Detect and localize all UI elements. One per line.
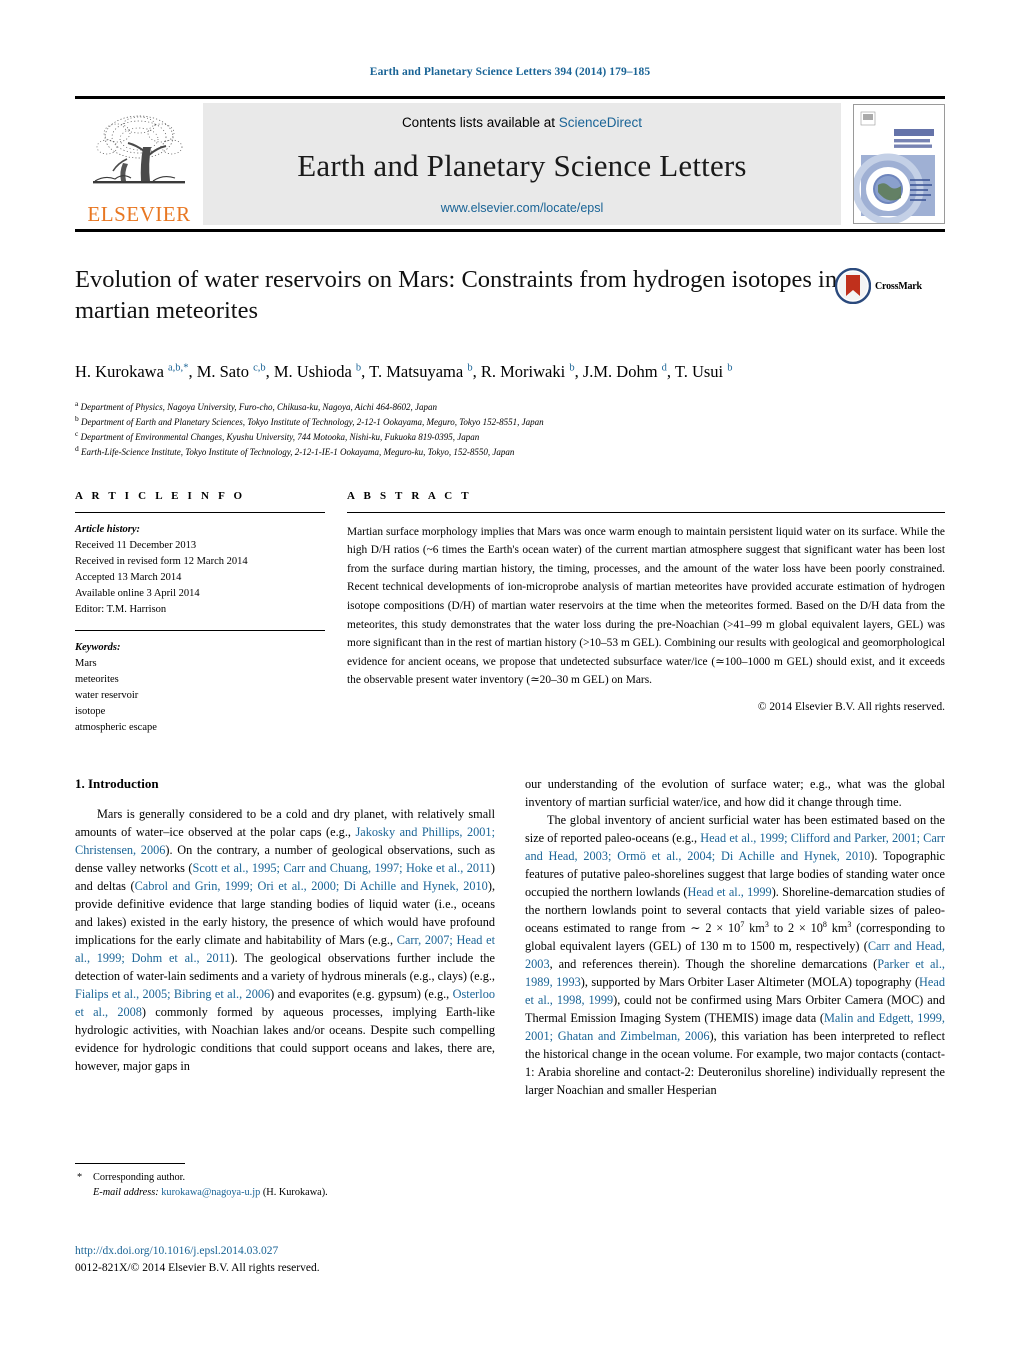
keyword-item: Mars xyxy=(75,658,97,670)
divider xyxy=(75,630,325,631)
title-block: Evolution of water reservoirs on Mars: C… xyxy=(75,265,945,339)
page-title: Evolution of water reservoirs on Mars: C… xyxy=(75,266,838,324)
crossmark-label: CrossMark xyxy=(875,280,922,292)
running-head: Earth and Planetary Science Letters 394 … xyxy=(369,66,651,78)
page-footer: http://dx.doi.org/10.1016/j.epsl.2014.03… xyxy=(75,1243,575,1278)
affiliation-item: a Department of Physics, Nagoya Universi… xyxy=(75,398,945,415)
issn-copyright-line: 0012-821X/© 2014 Elsevier B.V. All right… xyxy=(75,1262,320,1275)
cover-art xyxy=(854,105,942,223)
affiliation-mark: c xyxy=(75,428,79,438)
article-history-label: Article history: xyxy=(75,523,141,535)
body-column-right: our understanding of the evolution of su… xyxy=(525,776,945,1099)
email-label: E-mail address: xyxy=(93,1187,159,1199)
elsevier-wordmark: ELSEVIER xyxy=(87,202,191,226)
journal-band: Contents lists available at ScienceDirec… xyxy=(203,103,841,225)
affiliation-mark: d xyxy=(75,443,79,453)
elsevier-logo: ELSEVIER xyxy=(75,99,203,229)
abstract-heading: A B S T R A C T xyxy=(347,489,472,502)
contents-available-line: Contents lists available at ScienceDirec… xyxy=(402,115,642,130)
footnote-corresponding-text: Corresponding author. xyxy=(93,1172,186,1183)
crossmark-badge[interactable]: CrossMark xyxy=(835,265,945,307)
journal-url-link[interactable]: www.elsevier.com/locate/epsl xyxy=(441,201,604,215)
elsevier-tree-icon xyxy=(93,115,185,184)
section-title-introduction: 1. Introduction xyxy=(75,776,159,792)
doi-link[interactable]: http://dx.doi.org/10.1016/j.epsl.2014.03… xyxy=(75,1243,575,1260)
email-suffix: (H. Kurokawa). xyxy=(262,1187,328,1199)
journal-title: Earth and Planetary Science Letters xyxy=(297,147,747,183)
corresponding-author-footnote: * Corresponding author. E-mail address: … xyxy=(75,1163,475,1201)
email-link[interactable]: kurokawa@nagoya-u.jp xyxy=(161,1187,260,1198)
paragraph: Mars is generally considered to be a col… xyxy=(75,807,496,1073)
footnote-star: * xyxy=(77,1172,83,1183)
paragraph: our understanding of the evolution of su… xyxy=(525,777,945,810)
affiliation-mark: a xyxy=(75,398,79,408)
affiliation-item: d Earth-Life-Science Institute, Tokyo In… xyxy=(75,443,945,460)
affiliation-text: Department of Environmental Changes, Kyu… xyxy=(80,431,480,442)
affiliation-item: c Department of Environmental Changes, K… xyxy=(75,428,945,445)
affiliation-text: Earth-Life-Science Institute, Tokyo Inst… xyxy=(81,446,515,457)
affiliation-list: a Department of Physics, Nagoya Universi… xyxy=(75,398,945,460)
history-item: Accepted 13 March 2014 xyxy=(75,571,182,583)
keywords-label: Keywords: xyxy=(75,642,121,653)
journal-masthead: ELSEVIER Contents lists available at Sci… xyxy=(75,96,945,232)
author-list: H. Kurokawa a,b,*, M. Sato c,b, M. Ushio… xyxy=(75,362,733,381)
paragraph: The global inventory of ancient surficia… xyxy=(525,813,945,1097)
keyword-item: isotope xyxy=(75,706,106,718)
paper-page: Earth and Planetary Science Letters 394 … xyxy=(0,0,1020,1351)
article-info-heading: A R T I C L E I N F O xyxy=(75,489,246,502)
history-item: Available online 3 April 2014 xyxy=(75,587,200,599)
divider xyxy=(347,511,945,513)
sciencedirect-link[interactable]: ScienceDirect xyxy=(559,115,642,130)
abstract-copyright: © 2014 Elsevier B.V. All rights reserved… xyxy=(757,700,945,713)
keyword-item: atmospheric escape xyxy=(75,722,157,734)
footnote-divider xyxy=(75,1163,185,1164)
crossmark-icon xyxy=(835,268,871,304)
article-history: Article history: Received 11 December 20… xyxy=(75,522,325,618)
abstract-column: A B S T R A C T Martian surface morpholo… xyxy=(347,490,945,737)
footnote-corresponding: * Corresponding author. xyxy=(75,1170,475,1185)
history-item: Received 11 December 2013 xyxy=(75,539,197,551)
affiliation-text: Department of Earth and Planetary Scienc… xyxy=(81,416,544,427)
keyword-item: water reservoir xyxy=(75,690,139,702)
affiliation-item: b Department of Earth and Planetary Scie… xyxy=(75,413,945,430)
body-column-left: 1. Introduction Mars is generally consid… xyxy=(75,776,495,1099)
abstract-text: Martian surface morphology implies that … xyxy=(347,525,945,687)
history-item: Received in revised form 12 March 2014 xyxy=(75,555,248,567)
affiliation-mark: b xyxy=(75,413,79,423)
footnote-email: E-mail address: kurokawa@nagoya-u.jp (H.… xyxy=(75,1185,475,1200)
contents-prefix: Contents lists available at xyxy=(401,115,559,130)
article-info-column: A R T I C L E I N F O Article history: R… xyxy=(75,490,325,737)
keyword-item: meteorites xyxy=(75,674,119,686)
body-columns: 1. Introduction Mars is generally consid… xyxy=(75,776,945,1099)
history-item: Editor: T.M. Harrison xyxy=(75,603,167,615)
info-abstract-row: A R T I C L E I N F O Article history: R… xyxy=(75,490,945,737)
keywords-block: Keywords: Mars meteorites water reservoi… xyxy=(75,640,325,736)
divider xyxy=(75,511,325,513)
affiliation-text: Department of Physics, Nagoya University… xyxy=(80,401,438,412)
journal-cover-thumbnail[interactable] xyxy=(853,104,945,224)
